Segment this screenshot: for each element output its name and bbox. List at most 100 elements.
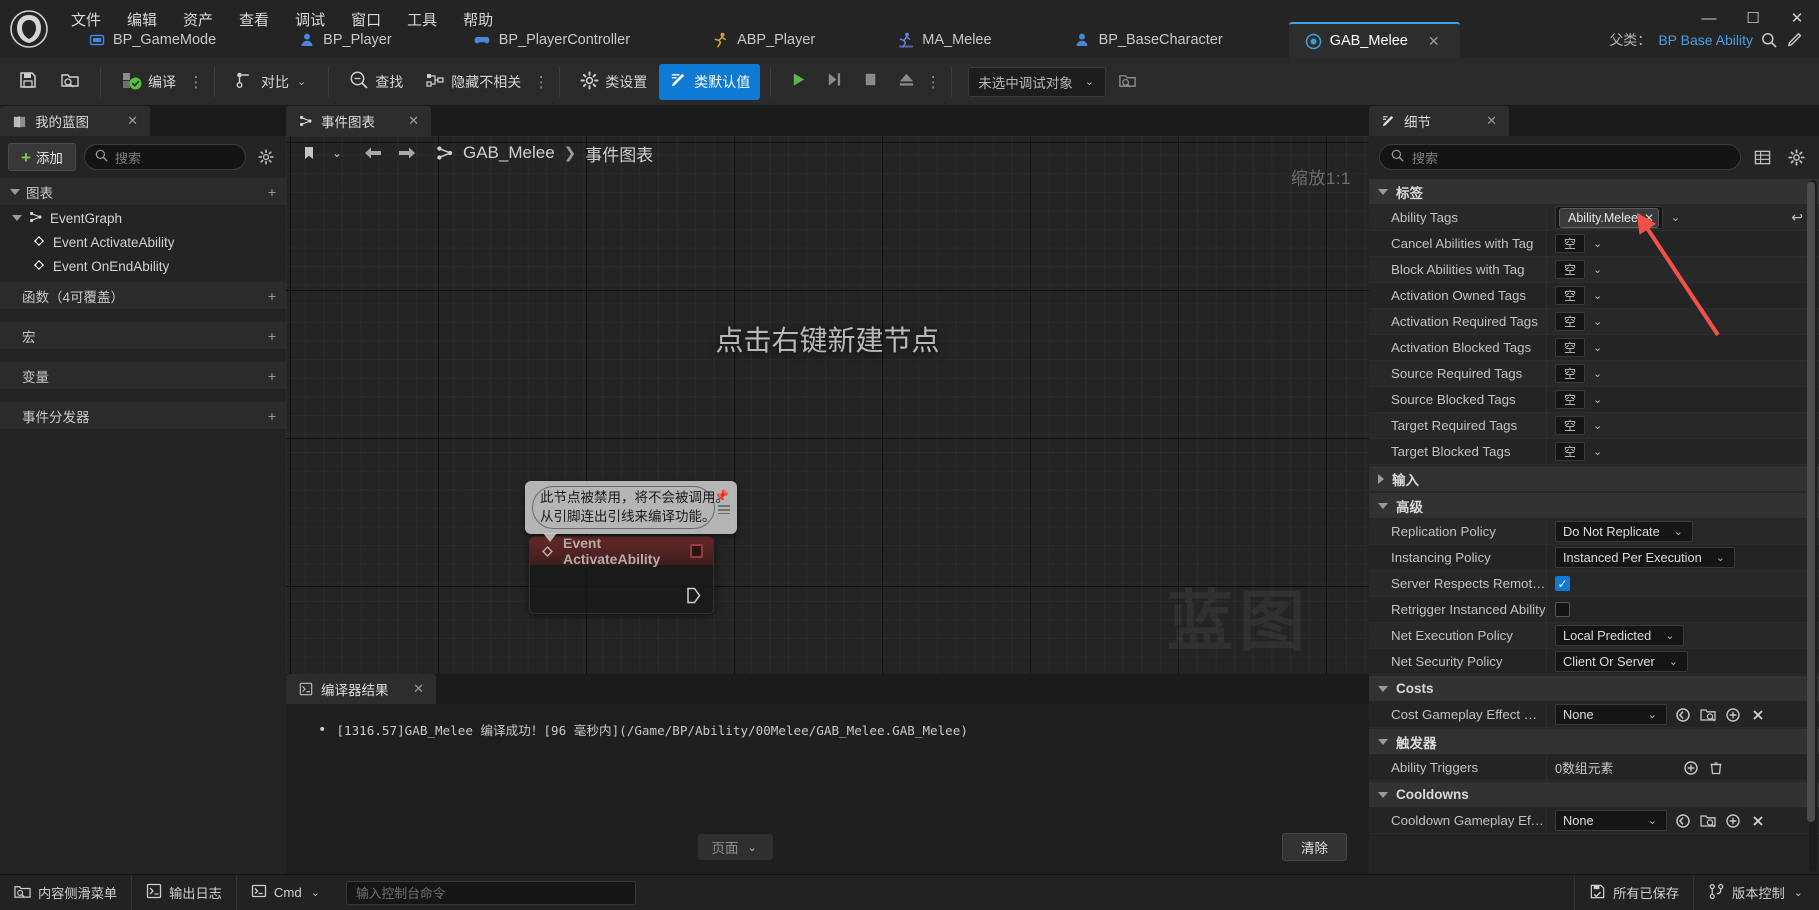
asset-tab-bp-playercontroller[interactable]: BP_PlayerController xyxy=(458,22,650,58)
step-button[interactable] xyxy=(817,64,851,100)
asset-tab-bp-gamemode[interactable]: BP_GameMode xyxy=(72,22,236,58)
asset-tab-bp-player[interactable]: BP_Player xyxy=(282,22,412,58)
sidebar-section-functions[interactable]: 函数（4可覆盖） + xyxy=(0,282,286,310)
add-macro-icon[interactable]: + xyxy=(268,328,276,344)
net-security-policy-select[interactable]: Client Or Server ⌄ xyxy=(1555,651,1688,672)
column-layout-icon[interactable] xyxy=(1749,144,1775,170)
details-search-input[interactable]: 搜索 xyxy=(1379,144,1741,170)
details-scrollbar[interactable] xyxy=(1807,180,1817,872)
close-icon[interactable]: ✕ xyxy=(399,681,424,697)
clear-button[interactable]: 清除 xyxy=(1282,833,1347,861)
use-selected-icon[interactable] xyxy=(1673,811,1692,830)
browse-icon[interactable] xyxy=(1698,705,1717,724)
chevron-down-icon[interactable]: ⌄ xyxy=(1591,419,1604,432)
tab-my-blueprint[interactable]: 我的蓝图 ✕ xyxy=(0,106,150,136)
close-window-button[interactable]: ✕ xyxy=(1775,0,1819,36)
all-saved-indicator[interactable]: 所有已保存 xyxy=(1574,874,1693,910)
replication-policy-select[interactable]: Do Not Replicate ⌄ xyxy=(1555,521,1693,542)
bookmark-dropdown-icon[interactable]: ⌄ xyxy=(328,140,346,166)
tree-item-event-activateability[interactable]: Event ActivateAbility xyxy=(0,230,286,254)
browse-content-button[interactable] xyxy=(50,64,90,100)
page-dropdown[interactable]: 页面 ⌄ xyxy=(697,834,773,860)
gear-icon[interactable] xyxy=(1783,144,1809,170)
sidebar-section-event-dispatchers[interactable]: 事件分发器 + xyxy=(0,402,286,430)
chevron-down-icon[interactable]: ⌄ xyxy=(1591,237,1604,250)
details-group-advanced[interactable]: 高级 xyxy=(1369,492,1819,519)
hide-unrelated-button[interactable]: 隐藏不相关 xyxy=(415,64,531,100)
chevron-down-icon[interactable]: ⌄ xyxy=(1591,367,1604,380)
source-control-button[interactable]: 版本控制 ⌄ xyxy=(1693,874,1819,910)
compile-button[interactable]: 编译 xyxy=(111,64,186,100)
new-asset-icon[interactable] xyxy=(1723,705,1742,724)
add-button[interactable]: + 添加 xyxy=(8,143,76,171)
browse-icon[interactable] xyxy=(1698,811,1717,830)
clear-icon[interactable] xyxy=(1748,811,1767,830)
tab-event-graph[interactable]: 事件图表 ✕ xyxy=(286,106,431,136)
details-group-input[interactable]: 输入 xyxy=(1369,465,1819,492)
compiler-message-row[interactable]: • [1316.57]GAB_Melee 编译成功！[96 毫秒内](/Game… xyxy=(286,722,1369,740)
node-event-activateability[interactable]: Event ActivateAbility xyxy=(529,536,714,614)
add-element-icon[interactable] xyxy=(1681,758,1700,777)
details-group-cooldowns[interactable]: Cooldowns xyxy=(1369,781,1819,808)
graph-canvas[interactable]: ⌄ GAB_Melee ❯ 事件图表 缩放1:1 点击右键新建节点 蓝图 此节点… xyxy=(286,136,1369,674)
maximize-button[interactable]: ☐ xyxy=(1731,0,1775,36)
output-log-button[interactable]: 输出日志 xyxy=(132,874,237,910)
arrow-right-icon[interactable] xyxy=(392,140,422,166)
retrigger-instanced-checkbox[interactable] xyxy=(1555,602,1570,617)
chevron-down-icon[interactable]: ⌄ xyxy=(1591,341,1604,354)
details-group-costs[interactable]: Costs xyxy=(1369,675,1819,702)
save-button[interactable] xyxy=(8,64,48,100)
bookmark-icon[interactable] xyxy=(294,140,324,166)
class-defaults-button[interactable]: 类默认值 xyxy=(659,63,761,100)
details-group-triggers[interactable]: 触发器 xyxy=(1369,728,1819,755)
cost-gameplay-effect-class-select[interactable]: None ⌄ xyxy=(1555,704,1667,725)
details-scroll-area[interactable]: 标签 Ability Tags Ability.Melee ✕ ⌄ ↩ Canc… xyxy=(1369,178,1819,874)
clear-icon[interactable] xyxy=(1748,705,1767,724)
gear-icon[interactable] xyxy=(254,144,278,170)
close-icon[interactable]: ✕ xyxy=(1428,33,1440,50)
tab-compiler-results[interactable]: 编译器结果 ✕ xyxy=(286,674,436,704)
tree-item-event-onendability[interactable]: Event OnEndAbility xyxy=(0,254,286,278)
asset-tab-abp-player[interactable]: ABP_Player xyxy=(696,22,835,58)
content-drawer-button[interactable]: 内容侧滑菜单 xyxy=(0,874,133,910)
new-asset-icon[interactable] xyxy=(1723,811,1742,830)
details-group-tags[interactable]: 标签 xyxy=(1369,178,1819,205)
chevron-down-icon[interactable]: ⌄ xyxy=(1591,315,1604,328)
tab-details[interactable]: 细节 ✕ xyxy=(1369,106,1509,136)
class-settings-button[interactable]: 类设置 xyxy=(570,64,657,100)
tag-chip-ability-melee[interactable]: Ability.Melee ✕ xyxy=(1559,207,1659,228)
sidebar-section-variables[interactable]: 变量 + xyxy=(0,362,286,390)
tag-empty-box[interactable]: 空 xyxy=(1555,234,1586,253)
tag-empty-box[interactable]: 空 xyxy=(1555,390,1586,409)
diff-button[interactable]: 对比 ⌄ xyxy=(225,64,318,100)
chevron-down-icon[interactable]: ⌄ xyxy=(1669,211,1682,224)
console-cmd-selector[interactable]: Cmd ⌄ xyxy=(237,875,336,910)
chevron-down-icon[interactable]: ⌄ xyxy=(1591,445,1604,458)
chevron-down-icon[interactable]: ⌄ xyxy=(1591,263,1604,276)
add-variable-icon[interactable]: + xyxy=(268,368,276,384)
server-respects-remote-checkbox[interactable] xyxy=(1555,576,1570,591)
stop-button[interactable] xyxy=(853,64,887,100)
ability-tags-container[interactable]: Ability.Melee ✕ xyxy=(1555,206,1663,229)
add-function-icon[interactable]: + xyxy=(268,288,276,304)
tag-empty-box[interactable]: 空 xyxy=(1555,442,1586,461)
minimize-button[interactable]: — xyxy=(1687,0,1731,36)
add-graph-icon[interactable]: + xyxy=(268,184,276,200)
tag-empty-box[interactable]: 空 xyxy=(1555,416,1586,435)
reset-to-default-icon[interactable]: ↩ xyxy=(1791,209,1803,226)
close-icon[interactable]: ✕ xyxy=(394,113,419,129)
play-button[interactable] xyxy=(781,64,815,100)
unreal-logo-icon[interactable] xyxy=(0,0,58,58)
hide-unrelated-kebab[interactable]: ⋮ xyxy=(533,64,549,100)
chevron-down-icon[interactable]: ⌄ xyxy=(1591,289,1604,302)
cooldown-gameplay-effect-class-select[interactable]: None ⌄ xyxy=(1555,810,1667,831)
sidebar-section-graphs[interactable]: 图表 + xyxy=(0,178,286,206)
eject-button[interactable] xyxy=(889,64,923,100)
my-blueprint-search-input[interactable]: 搜索 xyxy=(83,144,246,170)
use-selected-icon[interactable] xyxy=(1673,705,1692,724)
instancing-policy-select[interactable]: Instanced Per Execution ⌄ xyxy=(1555,547,1735,568)
tree-item-eventgraph[interactable]: EventGraph xyxy=(0,206,286,230)
close-icon[interactable]: ✕ xyxy=(1472,113,1497,129)
compile-options-kebab[interactable]: ⋮ xyxy=(188,64,204,100)
add-dispatcher-icon[interactable]: + xyxy=(268,408,276,424)
